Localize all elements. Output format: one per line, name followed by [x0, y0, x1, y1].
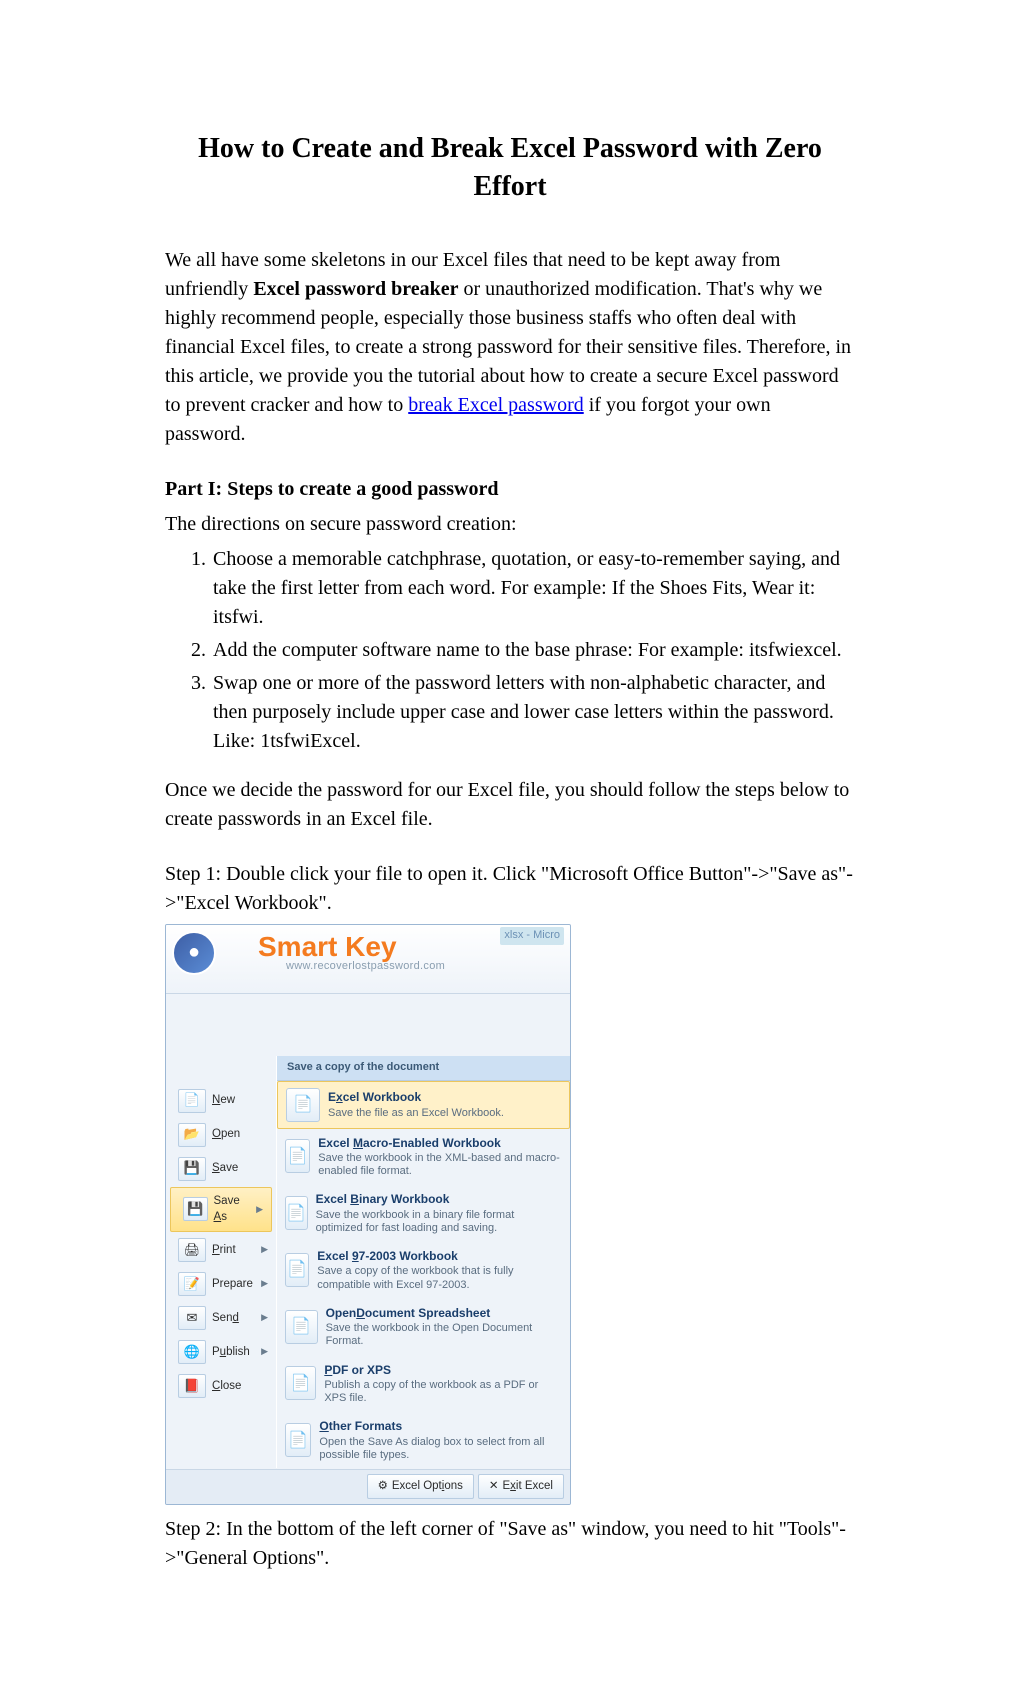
chevron-right-icon: ▶	[261, 1345, 268, 1358]
office-menu-item-publish[interactable]: 🌐 Publish ▶	[166, 1335, 276, 1369]
office-menu-label: Open	[212, 1126, 240, 1143]
file-type-icon: 📄	[285, 1139, 310, 1173]
directions-intro: The directions on secure password creati…	[165, 510, 855, 539]
after-list-paragraph: Once we decide the password for our Exce…	[165, 776, 855, 834]
saveas-option[interactable]: 📄 Excel Binary WorkbookSave the workbook …	[277, 1185, 570, 1242]
saveas-option[interactable]: 📄 Excel Macro-Enabled WorkbookSave the wo…	[277, 1129, 570, 1186]
office-menu-label: Publish	[212, 1344, 250, 1361]
print-icon: 🖨	[178, 1238, 206, 1262]
part1-heading: Part I: Steps to create a good password	[165, 475, 855, 504]
office-menu-label: Prepare	[212, 1276, 253, 1293]
brand-sub-url: www.recoverlostpassword.com	[286, 959, 445, 975]
new-icon: 📄	[178, 1089, 206, 1113]
office-menu-label: Save	[212, 1160, 238, 1177]
saveas-option[interactable]: 📄 PDF or XPSPublish a copy of the workboo…	[277, 1356, 570, 1413]
chevron-right-icon: ▶	[256, 1203, 263, 1216]
part1-heading-text: Part I: Steps to create a good password	[165, 478, 499, 500]
open-icon: 📂	[178, 1123, 206, 1147]
saveas-option-subtitle: Save the workbook in a binary file forma…	[316, 1209, 562, 1235]
office-menu-item-save-as[interactable]: 💾Save As ▶	[170, 1187, 272, 1232]
file-type-icon: 📄	[286, 1088, 320, 1122]
step1-text: Step 1: Double click your file to open i…	[165, 860, 855, 918]
saveas-option-title: Excel Binary Workbook	[316, 1191, 562, 1208]
saveas-option-title: Excel Macro-Enabled Workbook	[318, 1135, 562, 1152]
window-title-fragment: xlsx - Micro	[500, 927, 564, 945]
save-as-icon: 💾	[183, 1197, 208, 1221]
step2-text: Step 2: In the bottom of the left corner…	[165, 1515, 855, 1573]
office-button-icon: ●	[172, 931, 216, 975]
office-menu-item-open[interactable]: 📂 Open	[166, 1118, 276, 1152]
list-item: Add the computer software name to the ba…	[211, 636, 855, 665]
saveas-option-subtitle: Save the file as an Excel Workbook.	[328, 1107, 504, 1120]
file-type-icon: 📄	[285, 1253, 309, 1287]
prepare-icon: 📝	[178, 1272, 206, 1296]
file-type-icon: 📄	[285, 1196, 308, 1230]
send-icon: ✉	[178, 1306, 206, 1330]
close-icon: ✕	[489, 1478, 499, 1495]
office-menu-label: Close	[212, 1378, 241, 1395]
office-left-menu: 📄New📂Open💾Save💾Save As▶🖨Print▶📝Prepare▶✉…	[166, 1084, 277, 1468]
office-menu-screenshot: ● Smart Key www.recoverlostpassword.com …	[165, 924, 571, 1505]
saveas-option-subtitle: Publish a copy of the workbook as a PDF …	[324, 1379, 562, 1405]
brand-text: Smart Key	[258, 931, 397, 962]
excel-options-label: Excel Options	[392, 1478, 463, 1495]
office-menu-label: New	[212, 1092, 235, 1109]
office-menu-label: Save As	[214, 1193, 251, 1226]
office-menu-item-prepare[interactable]: 📝 Prepare ▶	[166, 1267, 276, 1301]
saveas-option[interactable]: 📄 OpenDocument SpreadsheetSave the workbo…	[277, 1299, 570, 1356]
file-type-icon: 📄	[285, 1310, 318, 1344]
close-icon: 📕	[178, 1374, 206, 1398]
saveas-option[interactable]: 📄 Other FormatsOpen the Save As dialog bo…	[277, 1412, 570, 1469]
publish-icon: 🌐	[178, 1340, 206, 1364]
password-steps-list: Choose a memorable catchphrase, quotatio…	[165, 545, 855, 756]
saveas-option-title: Excel Workbook	[328, 1089, 504, 1106]
saveas-option-subtitle: Save the workbook in the Open Document F…	[326, 1322, 562, 1348]
saveas-option-subtitle: Open the Save As dialog box to select fr…	[319, 1436, 562, 1462]
intro-bold: Excel password breaker	[253, 278, 458, 300]
saveas-option[interactable]: 📄 Excel WorkbookSave the file as an Excel…	[277, 1081, 570, 1129]
save-copy-header: Save a copy of the document	[277, 1056, 570, 1081]
list-item: Swap one or more of the password letters…	[211, 669, 855, 756]
save-icon: 💾	[178, 1157, 206, 1181]
screenshot-footer: ⚙ Excel Options ✕ Exit Excel	[166, 1469, 570, 1504]
saveas-option-title: Excel 97-2003 Workbook	[317, 1248, 562, 1265]
office-menu-item-new[interactable]: 📄 New	[166, 1084, 276, 1118]
file-type-icon: 📄	[285, 1423, 311, 1457]
break-excel-password-link[interactable]: break Excel password	[408, 394, 584, 416]
screenshot-header: ● Smart Key www.recoverlostpassword.com …	[166, 925, 570, 994]
chevron-right-icon: ▶	[261, 1243, 268, 1256]
saveas-option-title: Other Formats	[319, 1418, 562, 1435]
article-title: How to Create and Break Excel Password w…	[165, 130, 855, 206]
saveas-option-title: PDF or XPS	[324, 1362, 562, 1379]
exit-excel-button[interactable]: ✕ Exit Excel	[478, 1474, 564, 1499]
office-menu-item-close[interactable]: 📕 Close	[166, 1369, 276, 1403]
office-menu-label: Print	[212, 1242, 236, 1259]
office-menu-item-save[interactable]: 💾 Save	[166, 1152, 276, 1186]
office-menu-item-print[interactable]: 🖨 Print ▶	[166, 1233, 276, 1267]
chevron-right-icon: ▶	[261, 1277, 268, 1290]
exit-excel-label: Exit Excel	[503, 1478, 554, 1495]
chevron-right-icon: ▶	[261, 1311, 268, 1324]
options-icon: ⚙	[378, 1478, 388, 1495]
intro-paragraph: We all have some skeletons in our Excel …	[165, 246, 855, 449]
office-menu-label: Send	[212, 1310, 239, 1327]
saveas-option-subtitle: Save the workbook in the XML-based and m…	[318, 1152, 562, 1178]
office-save-as-submenu: Save a copy of the document 📄 Excel Workb…	[276, 1056, 570, 1468]
saveas-option-subtitle: Save a copy of the workbook that is full…	[317, 1265, 562, 1291]
file-type-icon: 📄	[285, 1366, 316, 1400]
excel-options-button[interactable]: ⚙ Excel Options	[367, 1474, 474, 1499]
list-item: Choose a memorable catchphrase, quotatio…	[211, 545, 855, 632]
saveas-option-title: OpenDocument Spreadsheet	[326, 1305, 562, 1322]
saveas-option[interactable]: 📄 Excel 97-2003 WorkbookSave a copy of th…	[277, 1242, 570, 1299]
office-menu-item-send[interactable]: ✉ Send ▶	[166, 1301, 276, 1335]
